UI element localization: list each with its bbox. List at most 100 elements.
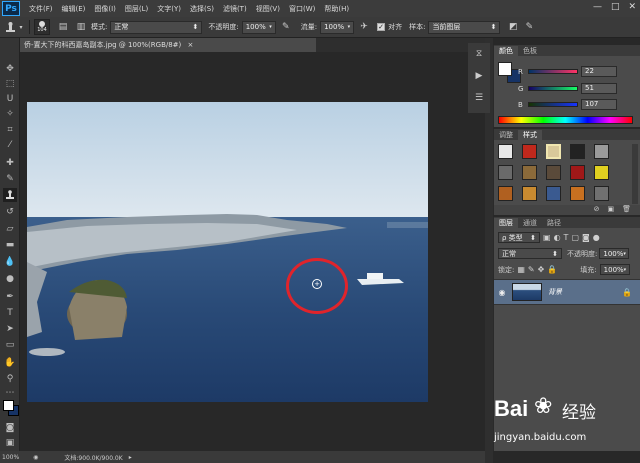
eyedropper-tool-icon[interactable]: ⁄ bbox=[3, 138, 17, 152]
blend-mode-select[interactable]: 正常 ⬍ bbox=[498, 248, 562, 259]
tab-paths[interactable]: 路径 bbox=[542, 218, 566, 228]
clone-stamp-tool-icon[interactable] bbox=[3, 20, 17, 34]
style-swatch[interactable] bbox=[522, 165, 537, 180]
healing-brush-tool-icon[interactable]: ✚ bbox=[3, 156, 17, 170]
menu-window[interactable]: 窗口(W) bbox=[289, 4, 315, 14]
menu-layer[interactable]: 图层(L) bbox=[125, 4, 148, 14]
pressure-opacity-icon[interactable]: ✎ bbox=[279, 20, 293, 34]
move-tool-icon[interactable]: ✥ bbox=[3, 62, 17, 76]
lasso-tool-icon[interactable]: ᑌ bbox=[3, 92, 17, 106]
tab-layers[interactable]: 图层 bbox=[494, 218, 518, 228]
document-tab[interactable]: 侨-置大下的科西嘉岛副本.jpg @ 100%(RGB/8#) × bbox=[20, 38, 316, 52]
menu-filter[interactable]: 滤镜(T) bbox=[223, 4, 247, 14]
history-brush-tool-icon[interactable]: ↺ bbox=[3, 205, 17, 219]
style-swatch[interactable] bbox=[594, 165, 609, 180]
layer-opacity-input[interactable]: 100% ▾ bbox=[599, 248, 630, 259]
menu-image[interactable]: 图像(I) bbox=[94, 4, 116, 14]
screen-mode-icon[interactable]: ▣ bbox=[3, 436, 17, 450]
mode-select[interactable]: 正常 ⬍ bbox=[110, 20, 203, 34]
style-swatch[interactable] bbox=[546, 186, 561, 201]
document-image[interactable] bbox=[27, 102, 428, 402]
style-swatch[interactable] bbox=[570, 186, 585, 201]
style-swatch[interactable] bbox=[498, 186, 513, 201]
delete-style-icon[interactable]: 🗑 bbox=[622, 205, 631, 215]
type-tool-icon[interactable]: T bbox=[3, 306, 17, 320]
lock-transparent-icon[interactable]: ▦ bbox=[517, 265, 525, 274]
menu-type[interactable]: 文字(Y) bbox=[157, 4, 181, 14]
foreground-color-swatch[interactable] bbox=[3, 400, 14, 411]
menu-file[interactable]: 文件(F) bbox=[29, 4, 53, 14]
sample-select[interactable]: 当前图层 ⬍ bbox=[428, 20, 501, 34]
hand-tool-icon[interactable]: ✋ bbox=[3, 356, 17, 370]
style-swatch[interactable] bbox=[498, 144, 513, 159]
close-window-button[interactable]: ✕ bbox=[628, 2, 636, 12]
style-swatch[interactable] bbox=[546, 144, 561, 159]
zoom-level[interactable]: 100% bbox=[2, 454, 19, 461]
clone-source-panel-icon[interactable]: ▥ bbox=[74, 20, 88, 34]
style-swatch[interactable] bbox=[594, 186, 609, 201]
minimize-button[interactable]: — bbox=[593, 2, 602, 12]
style-swatch[interactable] bbox=[546, 165, 561, 180]
blur-tool-icon[interactable]: 💧 bbox=[3, 255, 17, 269]
fill-input[interactable]: 100% ▾ bbox=[599, 264, 630, 275]
menu-view[interactable]: 视图(V) bbox=[256, 4, 280, 14]
r-channel-input[interactable]: 22 bbox=[581, 66, 617, 77]
quick-selection-tool-icon[interactable]: ✧ bbox=[3, 107, 17, 121]
opacity-input[interactable]: 100% ▾ bbox=[241, 20, 276, 34]
lock-pixels-icon[interactable]: ✎ bbox=[528, 265, 535, 274]
color-panel-foreground-swatch[interactable] bbox=[498, 62, 512, 76]
layer-kind-filter[interactable]: ρ 类型 ⬍ bbox=[498, 232, 540, 243]
style-swatch[interactable] bbox=[522, 144, 537, 159]
brush-panel-toggle-icon[interactable]: ▤ bbox=[56, 20, 70, 34]
clear-style-icon[interactable]: ⊘ bbox=[594, 205, 600, 215]
crop-tool-icon[interactable]: ⌗ bbox=[3, 123, 17, 137]
ignore-adjustment-layers-icon[interactable]: ◩ bbox=[506, 20, 520, 34]
tab-styles[interactable]: 样式 bbox=[518, 130, 542, 140]
filter-pixel-icon[interactable]: ▣ bbox=[543, 233, 551, 242]
filter-smart-icon[interactable]: ◙ bbox=[582, 233, 590, 242]
menu-select[interactable]: 选择(S) bbox=[190, 4, 214, 14]
pressure-size-icon[interactable]: ✎ bbox=[522, 20, 536, 34]
properties-panel-icon[interactable]: ☰ bbox=[472, 93, 486, 107]
align-checkbox[interactable]: ✓ bbox=[377, 23, 386, 31]
layer-name[interactable]: 背景 bbox=[548, 287, 562, 297]
style-swatch[interactable] bbox=[522, 186, 537, 201]
flow-input[interactable]: 100% ▾ bbox=[320, 20, 355, 34]
lock-all-icon[interactable]: 🔒 bbox=[547, 265, 557, 274]
filter-type-icon[interactable]: T bbox=[564, 233, 569, 242]
clone-stamp-tool-icon[interactable] bbox=[3, 188, 17, 202]
b-channel-input[interactable]: 107 bbox=[581, 99, 617, 110]
status-arrow-icon[interactable]: ▸ bbox=[129, 454, 132, 461]
path-selection-tool-icon[interactable]: ➤ bbox=[3, 322, 17, 336]
filter-adjustment-icon[interactable]: ◐ bbox=[554, 233, 561, 242]
filter-toggle-icon[interactable]: ● bbox=[593, 233, 600, 242]
actions-panel-icon[interactable]: ▶ bbox=[472, 71, 486, 85]
eraser-tool-icon[interactable]: ▱ bbox=[3, 222, 17, 236]
style-swatch[interactable] bbox=[570, 144, 585, 159]
r-channel-slider[interactable] bbox=[528, 69, 578, 74]
g-channel-slider[interactable] bbox=[528, 86, 578, 91]
gradient-tool-icon[interactable]: ▬ bbox=[3, 238, 17, 252]
pen-tool-icon[interactable]: ✒ bbox=[3, 290, 17, 304]
menu-edit[interactable]: 编辑(E) bbox=[62, 4, 86, 14]
more-tools-icon[interactable]: ⋯ bbox=[3, 386, 17, 400]
style-swatch[interactable] bbox=[570, 165, 585, 180]
tab-swatches[interactable]: 色板 bbox=[518, 46, 542, 56]
styles-scrollbar[interactable] bbox=[632, 144, 638, 204]
tool-preset-dropdown-icon[interactable]: ▾ bbox=[17, 20, 25, 34]
history-panel-icon[interactable]: ⧖ bbox=[472, 49, 486, 63]
close-tab-icon[interactable]: × bbox=[188, 41, 194, 49]
tab-channels[interactable]: 通道 bbox=[518, 218, 542, 228]
brush-preset-picker[interactable]: 104 bbox=[34, 19, 50, 35]
style-swatch[interactable] bbox=[498, 165, 513, 180]
dodge-tool-icon[interactable]: ● bbox=[3, 272, 17, 286]
new-style-icon[interactable]: ▣ bbox=[607, 205, 614, 215]
color-spectrum-bar[interactable] bbox=[498, 116, 633, 124]
filter-shape-icon[interactable]: ▢ bbox=[571, 233, 579, 242]
zoom-tool-icon[interactable]: ⚲ bbox=[3, 372, 17, 386]
b-channel-slider[interactable] bbox=[528, 102, 578, 107]
tab-adjustments[interactable]: 调整 bbox=[494, 130, 518, 140]
airbrush-icon[interactable]: ✈ bbox=[357, 20, 371, 34]
restore-button[interactable]: □ bbox=[611, 2, 620, 12]
quick-mask-icon[interactable]: ◙ bbox=[3, 421, 17, 435]
